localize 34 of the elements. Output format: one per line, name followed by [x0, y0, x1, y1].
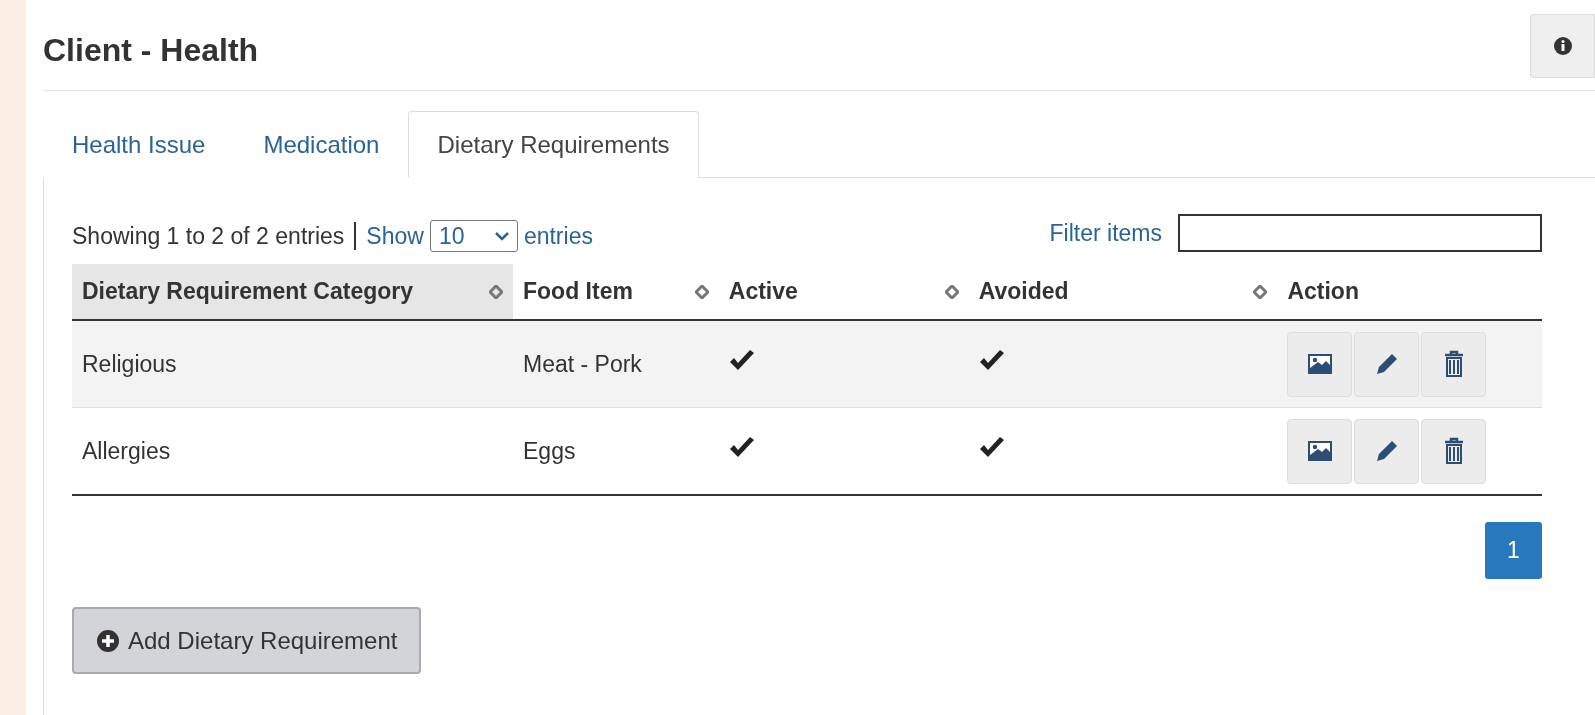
- edit-button[interactable]: [1354, 418, 1420, 484]
- filter-input[interactable]: [1178, 214, 1542, 252]
- sort-icon[interactable]: [944, 284, 959, 299]
- image-button[interactable]: [1287, 331, 1353, 397]
- entries-summary: Showing 1 to 2 of 2 entries: [72, 222, 345, 250]
- table-cell: Allergies: [72, 407, 513, 495]
- table-cell: Eggs: [513, 407, 719, 495]
- entries-label: entries: [523, 222, 593, 250]
- table-cell: Meat - Pork: [513, 320, 719, 408]
- image-icon: [1306, 353, 1333, 375]
- sort-icon[interactable]: [489, 284, 503, 299]
- image-button[interactable]: [1287, 418, 1353, 484]
- page-button[interactable]: 1: [1485, 522, 1542, 579]
- column-header[interactable]: Food Item: [513, 264, 719, 320]
- delete-button[interactable]: [1421, 418, 1487, 484]
- add-button[interactable]: Add Dietary Requirement: [72, 607, 422, 674]
- show-label: Show: [366, 222, 424, 250]
- sort-icon[interactable]: [1253, 284, 1268, 299]
- column-header[interactable]: Dietary Requirement Category: [72, 264, 513, 320]
- page-size-select[interactable]: 10: [429, 220, 518, 252]
- trash-icon: [1442, 350, 1465, 378]
- page-title: Client - Health: [43, 31, 259, 69]
- chevron-icon: [494, 231, 509, 241]
- edit-button[interactable]: [1354, 331, 1420, 397]
- tab[interactable]: Dietary Requirements: [408, 111, 699, 178]
- image-icon: [1306, 440, 1333, 462]
- plus-circle-icon: [96, 628, 120, 653]
- table-cell: Religious: [72, 320, 513, 408]
- filter-label: Filter items: [1049, 219, 1162, 247]
- info-icon: [1552, 36, 1573, 56]
- delete-button[interactable]: [1421, 331, 1487, 397]
- trash-icon: [1442, 437, 1465, 465]
- sort-icon[interactable]: [694, 284, 709, 299]
- info-button[interactable]: [1530, 14, 1595, 78]
